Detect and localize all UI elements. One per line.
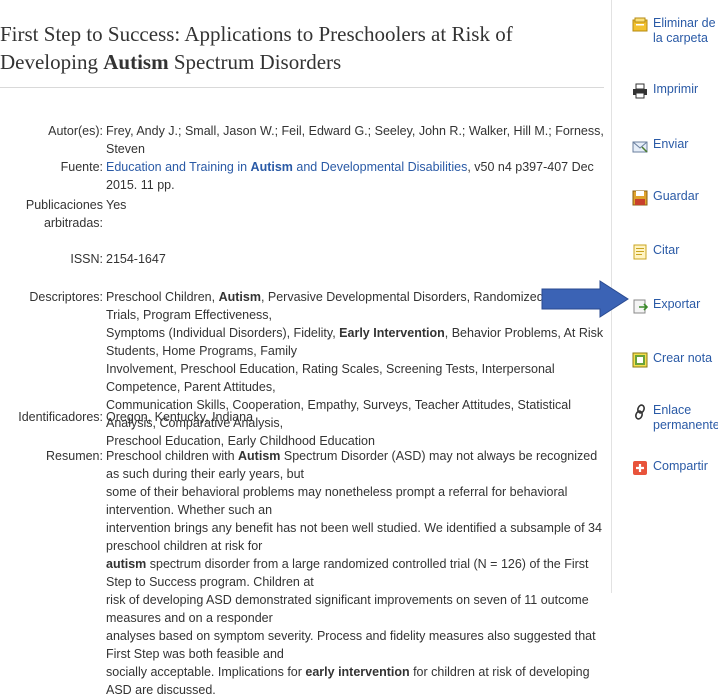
create-note-label: Crear nota <box>653 351 713 365</box>
descriptors-label: Descriptores: <box>29 290 103 304</box>
cite-button[interactable]: Citar <box>632 243 679 260</box>
print-label: Imprimir <box>653 82 699 96</box>
abstract-label: Resumen: <box>46 449 103 463</box>
link-icon <box>635 404 645 420</box>
source-row: Fuente: Education and Training in Autism… <box>0 158 610 192</box>
issn-value: 2154-1647 <box>106 252 166 266</box>
issn-row: ISSN: 2154-1647 <box>0 250 610 268</box>
source-label: Fuente: <box>60 160 103 174</box>
title-divider <box>0 87 604 88</box>
export-label: Exportar <box>653 297 701 311</box>
permalink-button[interactable]: Enlace permanente <box>632 403 718 433</box>
title-highlight: Autism <box>103 50 169 74</box>
email-button[interactable]: Enviar <box>632 137 688 154</box>
permalink-label: Enlace permanente <box>653 403 718 432</box>
export-icon <box>633 299 648 314</box>
peer-reviewed-row: Publicaciones arbitradas: Yes <box>0 196 610 232</box>
identifiers-row: Identificadores: Oregon, Kentucky, India… <box>0 408 610 426</box>
export-button[interactable]: Exportar <box>632 297 700 314</box>
folder-remove-icon <box>632 17 648 32</box>
peer-reviewed-value: Yes <box>106 198 127 212</box>
save-icon <box>632 190 648 206</box>
authors-link[interactable]: Frey, Andy J.; Small, Jason W.; Feil, Ed… <box>106 122 606 158</box>
printer-icon <box>633 83 647 99</box>
cite-label: Citar <box>653 243 680 257</box>
print-button[interactable]: Imprimir <box>632 82 698 99</box>
source-link[interactable]: Education and Training in Autism and Dev… <box>106 160 467 174</box>
note-icon <box>632 352 648 368</box>
identifiers-label: Identificadores: <box>18 410 103 424</box>
remove-from-folder-button[interactable]: Eliminar de la carpeta <box>632 16 716 46</box>
share-button[interactable]: Compartir <box>632 459 708 476</box>
abstract-row: Resumen: Preschool children with Autism … <box>0 447 610 697</box>
issn-label: ISSN: <box>70 252 103 266</box>
save-button[interactable]: Guardar <box>632 189 699 206</box>
remove-from-folder-label: Eliminar de la carpeta <box>653 16 716 45</box>
authors-label: Autor(es): <box>48 124 103 138</box>
identifiers-value: Oregon, Kentucky, Indiana <box>106 410 254 424</box>
create-note-button[interactable]: Crear nota <box>632 351 712 368</box>
record-title: First Step to Success: Applications to P… <box>0 20 600 76</box>
authors-row: Autor(es): Frey, Andy J.; Small, Jason W… <box>0 122 610 156</box>
save-label: Guardar <box>653 189 699 203</box>
source-value: Education and Training in Autism and Dev… <box>106 158 606 194</box>
share-icon <box>633 461 647 475</box>
title-text-end: Spectrum Disorders <box>168 50 342 74</box>
descriptors-row: Descriptores: Preschool Children, Autism… <box>0 288 610 448</box>
email-icon <box>632 141 648 153</box>
email-label: Enviar <box>653 137 689 151</box>
abstract-text: Preschool children with Autism Spectrum … <box>106 449 602 697</box>
arrow-pointer-icon <box>541 280 629 318</box>
share-label: Compartir <box>653 459 708 473</box>
peer-reviewed-label: Publicaciones arbitradas: <box>25 198 103 230</box>
cite-icon <box>633 244 647 260</box>
